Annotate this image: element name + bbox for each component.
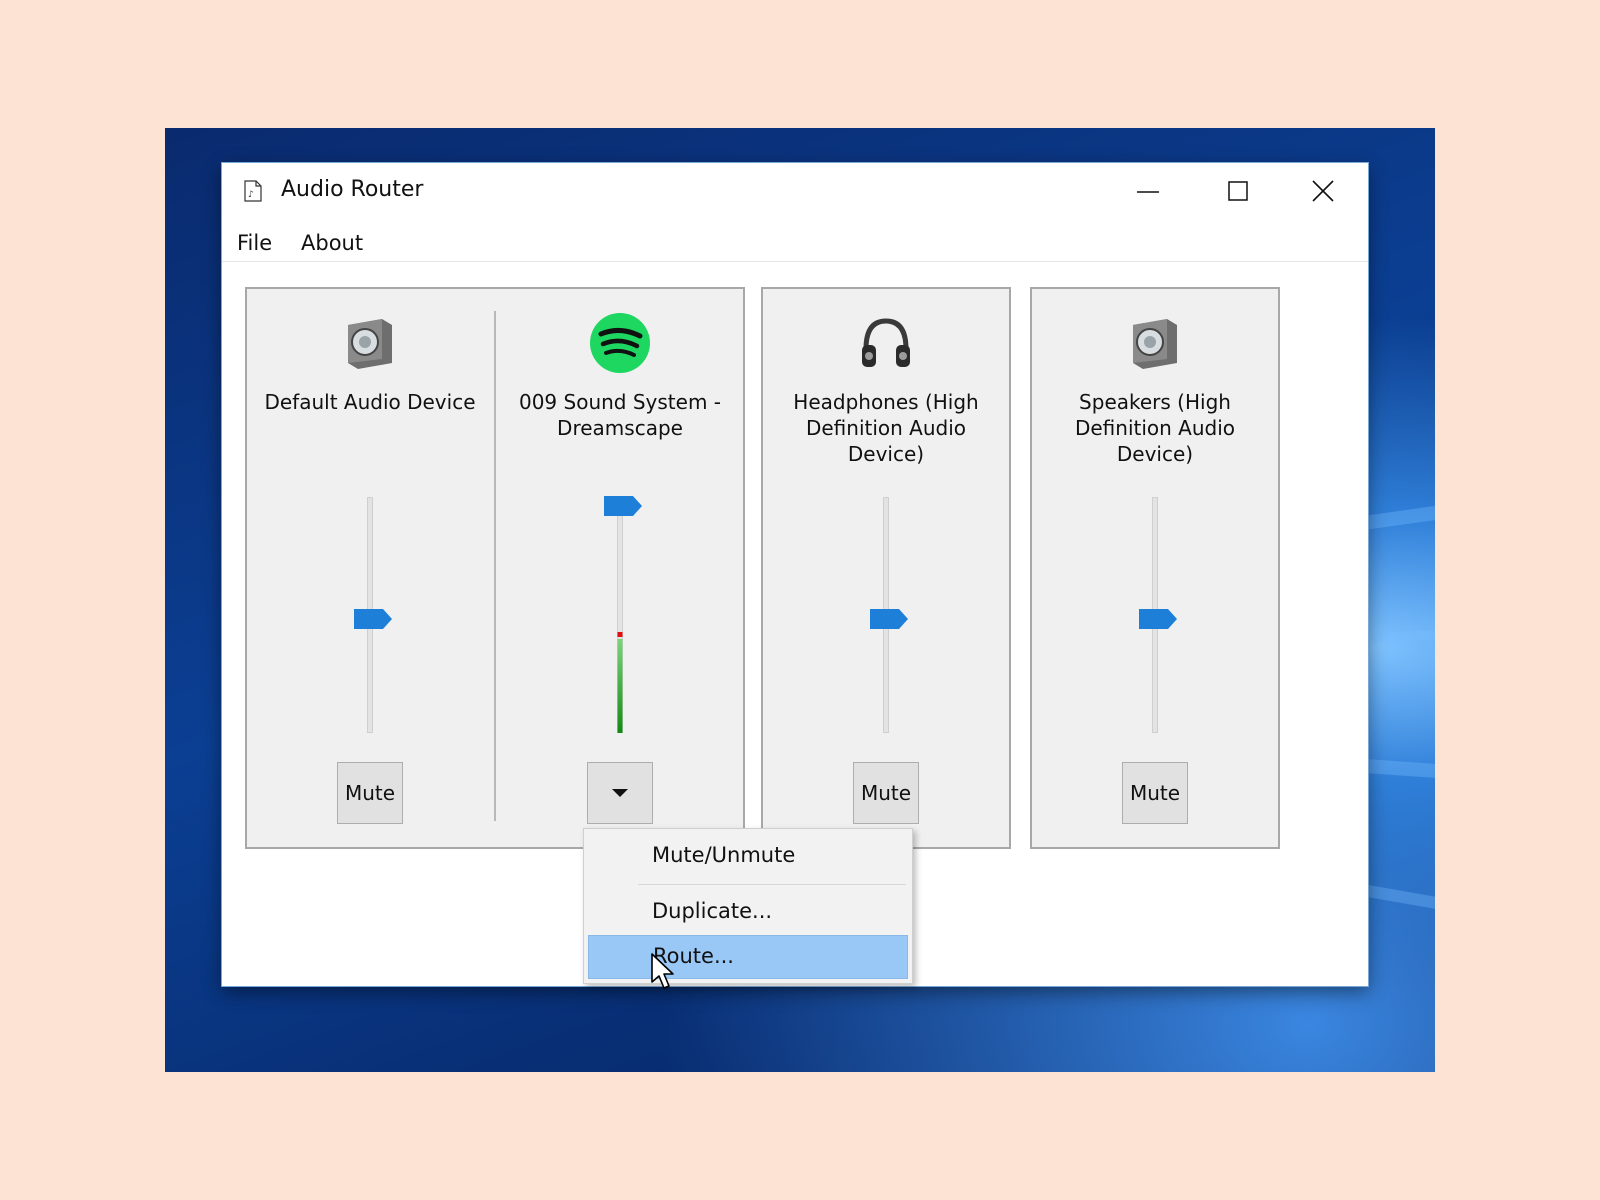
speaker-icon <box>348 319 392 369</box>
channel-label: Default Audio Device <box>264 390 476 414</box>
maximize-icon <box>1228 181 1248 201</box>
svg-text:♪: ♪ <box>248 190 254 200</box>
close-button[interactable] <box>1278 163 1368 219</box>
mouse-cursor-icon <box>651 953 674 989</box>
channel-009-sound-system: 009 Sound System - Dreamscape <box>497 289 743 847</box>
close-icon <box>1312 180 1334 202</box>
minimize-button[interactable] <box>1103 163 1193 219</box>
channel-divider <box>494 311 496 821</box>
volume-slider-thumb[interactable] <box>353 608 393 630</box>
menu-item-mute-unmute[interactable]: Mute/Unmute <box>588 835 908 879</box>
menu-about[interactable]: About <box>301 231 363 255</box>
device-panel-speakers: Speakers (High Definition Audio Device) … <box>1030 287 1280 849</box>
channel-label: Speakers (High Definition Audio Device) <box>1074 390 1236 466</box>
menu-item-route[interactable]: Route... <box>588 935 908 979</box>
maximize-button[interactable] <box>1193 163 1283 219</box>
menu-item-label: Duplicate... <box>652 899 773 923</box>
window-title: Audio Router <box>281 177 424 202</box>
spotify-icon <box>590 313 650 373</box>
volume-slider-thumb[interactable] <box>1138 608 1178 630</box>
device-panel-default: Default Audio Device Mute 009 Sound Syst… <box>245 287 745 849</box>
chevron-down-icon <box>612 789 628 797</box>
channel-default-audio-device: Default Audio Device Mute <box>247 289 493 847</box>
channel-label: 009 Sound System - Dreamscape <box>518 390 722 440</box>
audio-level-meter <box>617 638 623 733</box>
menu-bar: File About <box>222 225 1368 262</box>
channel-label: Headphones (High Definition Audio Device… <box>793 390 979 466</box>
menu-item-label: Mute/Unmute <box>652 843 796 867</box>
menu-item-duplicate[interactable]: Duplicate... <box>588 891 908 935</box>
document-audio-icon: ♪ <box>244 180 262 202</box>
mute-button[interactable]: Mute <box>1122 762 1188 824</box>
volume-slider-thumb[interactable] <box>869 608 909 630</box>
menu-separator <box>638 884 906 885</box>
channel-speakers: Speakers (High Definition Audio Device) … <box>1032 289 1278 847</box>
audio-peak-indicator <box>617 631 623 637</box>
options-dropdown-button[interactable] <box>587 762 653 824</box>
minimize-icon <box>1137 191 1159 193</box>
speaker-icon <box>1133 319 1177 369</box>
context-menu: Mute/Unmute Duplicate... Route... <box>583 828 913 984</box>
channel-headphones: Headphones (High Definition Audio Device… <box>763 289 1009 847</box>
mute-button[interactable]: Mute <box>853 762 919 824</box>
title-bar[interactable]: ♪ Audio Router <box>222 163 1368 219</box>
menu-file[interactable]: File <box>237 231 272 255</box>
volume-slider-thumb[interactable] <box>603 495 643 517</box>
device-panel-headphones: Headphones (High Definition Audio Device… <box>761 287 1011 849</box>
mute-button[interactable]: Mute <box>337 762 403 824</box>
headphones-icon <box>862 318 910 367</box>
